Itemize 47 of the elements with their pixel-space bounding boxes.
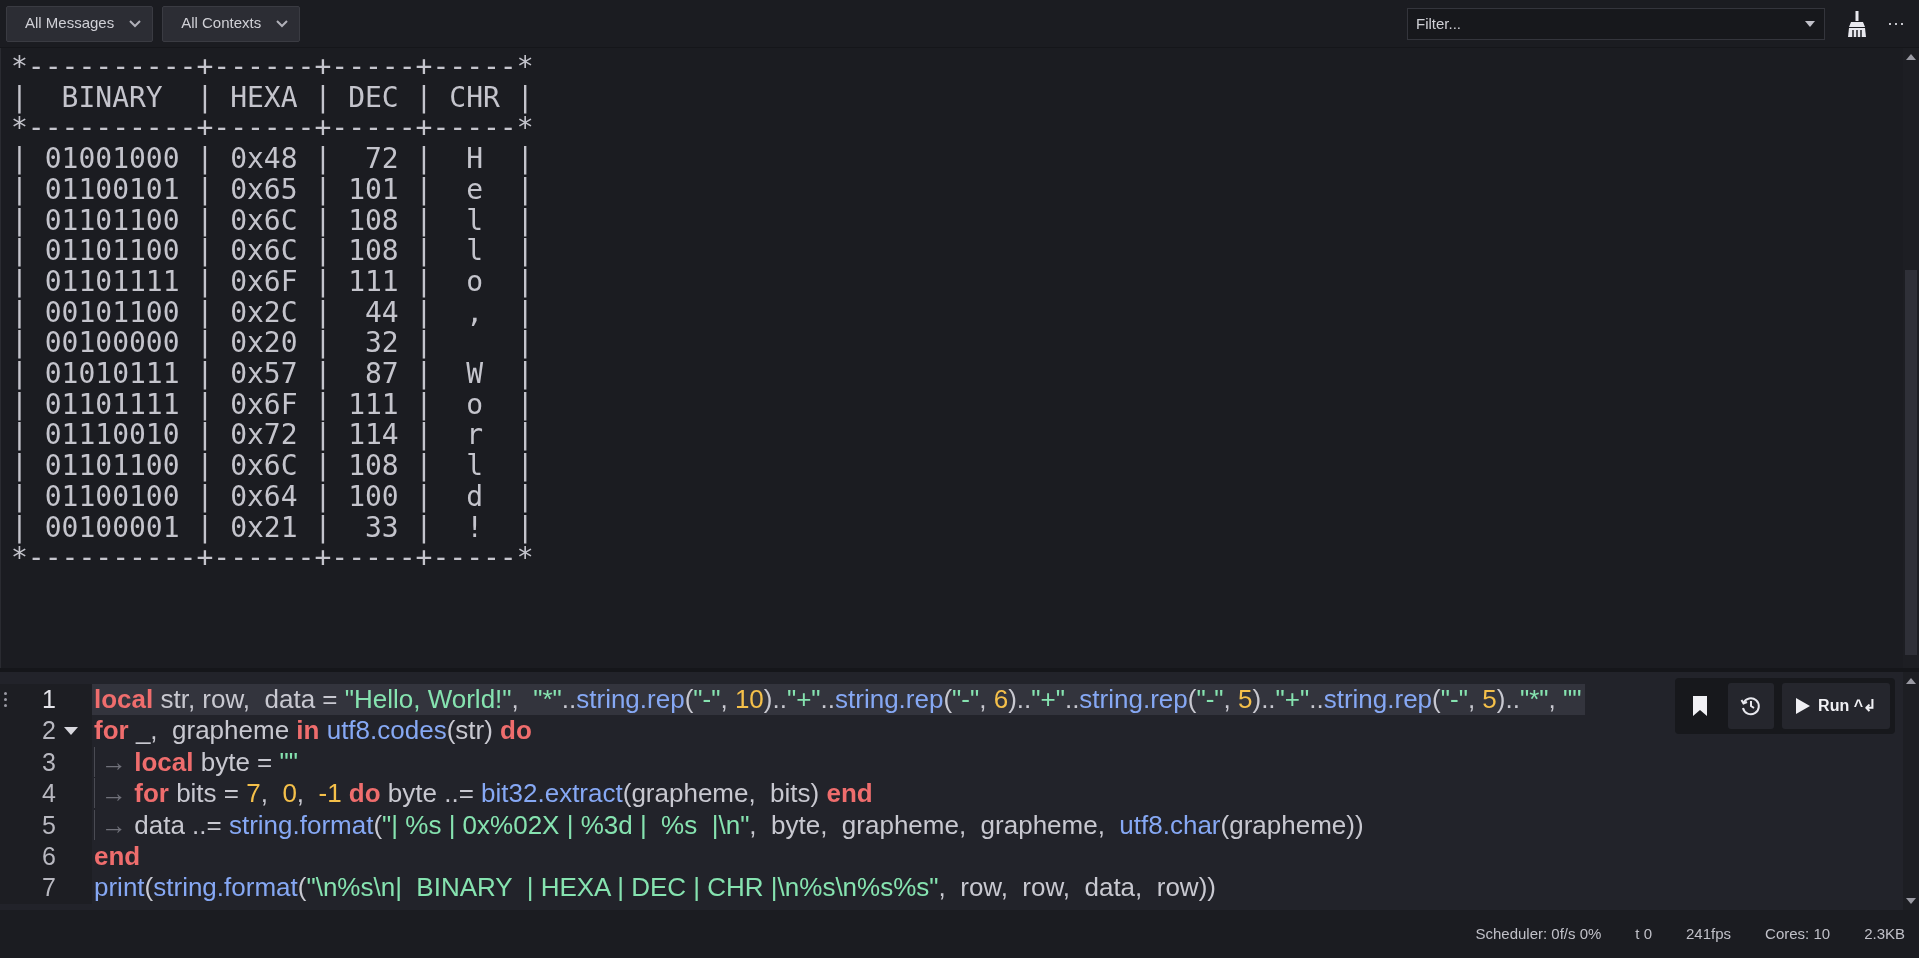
drag-handle-icon[interactable] bbox=[4, 692, 7, 708]
output-line: | 00100000 | 0x20 | 32 | | bbox=[11, 328, 534, 360]
output-line: | 01100101 | 0x65 | 101 | e | bbox=[11, 174, 534, 206]
output-line: | 01101111 | 0x6F | 111 | o | bbox=[11, 389, 534, 421]
output-line: | BINARY | HEXA | DEC | CHR | bbox=[11, 82, 534, 114]
output-line: | 01110010 | 0x72 | 114 | r | bbox=[11, 420, 534, 452]
output-line: | 01101100 | 0x6C | 108 | l | bbox=[11, 236, 534, 267]
chevron-down-icon bbox=[275, 18, 290, 29]
dropdown[interactable]: All Messages bbox=[6, 5, 154, 42]
output-line: | 01101100 | 0x6C | 108 | l | bbox=[11, 205, 534, 237]
output-line: *----------+------+-----+-----* bbox=[11, 52, 534, 83]
play-icon bbox=[1796, 698, 1811, 714]
output-line: | 01001000 | 0x48 | 72 | H | bbox=[11, 144, 534, 175]
more-button[interactable]: ··· bbox=[1887, 10, 1905, 37]
scroll-up-icon[interactable] bbox=[1906, 54, 1916, 60]
scroll-down-icon[interactable] bbox=[1906, 898, 1916, 904]
history-icon bbox=[1740, 695, 1763, 717]
line-number: 5 bbox=[41, 809, 56, 841]
dropdown[interactable]: All Contexts bbox=[162, 5, 301, 42]
output-line: | 01100100 | 0x64 | 100 | d | bbox=[11, 481, 534, 513]
broom-icon[interactable] bbox=[1846, 9, 1868, 38]
run-button[interactable]: Run ^↲ bbox=[1782, 683, 1890, 729]
output-line: *----------+------+-----+-----* bbox=[11, 113, 534, 145]
status-text: t 0 bbox=[1635, 923, 1653, 944]
line-number: 3 bbox=[41, 746, 56, 778]
output-line: | 01101100 | 0x6C | 108 | l | bbox=[11, 451, 534, 482]
line-number: 6 bbox=[41, 840, 56, 872]
output-line: | 00101100 | 0x2C | 44 | , | bbox=[11, 297, 534, 329]
output-line: | 00100001 | 0x21 | 33 | ! | bbox=[11, 512, 534, 544]
scroll-up-icon[interactable] bbox=[1906, 678, 1916, 684]
history-button[interactable] bbox=[1728, 683, 1775, 729]
chevron-down-icon bbox=[128, 18, 143, 29]
filter-field[interactable]: Filter... bbox=[1407, 7, 1825, 40]
output-line: | 01101111 | 0x6F | 111 | o | bbox=[11, 266, 534, 298]
line-number: 1 bbox=[41, 684, 56, 715]
output-line: *----------+------+-----+-----* bbox=[11, 543, 534, 574]
line-number: 2 bbox=[41, 715, 56, 747]
status-text: 241fps bbox=[1686, 923, 1732, 944]
status-text: 2.3KB bbox=[1864, 923, 1905, 944]
output-line: | 01010111 | 0x57 | 87 | W | bbox=[11, 359, 534, 390]
fold-caret-icon[interactable] bbox=[64, 727, 78, 736]
bookmark-icon bbox=[1693, 696, 1708, 716]
caret-icon[interactable] bbox=[1805, 20, 1815, 27]
line-number: 7 bbox=[41, 872, 56, 904]
status-text: Cores: 10 bbox=[1765, 923, 1831, 944]
line-number: 4 bbox=[41, 778, 56, 810]
status-text: Scheduler: 0f/s 0% bbox=[1475, 923, 1602, 944]
